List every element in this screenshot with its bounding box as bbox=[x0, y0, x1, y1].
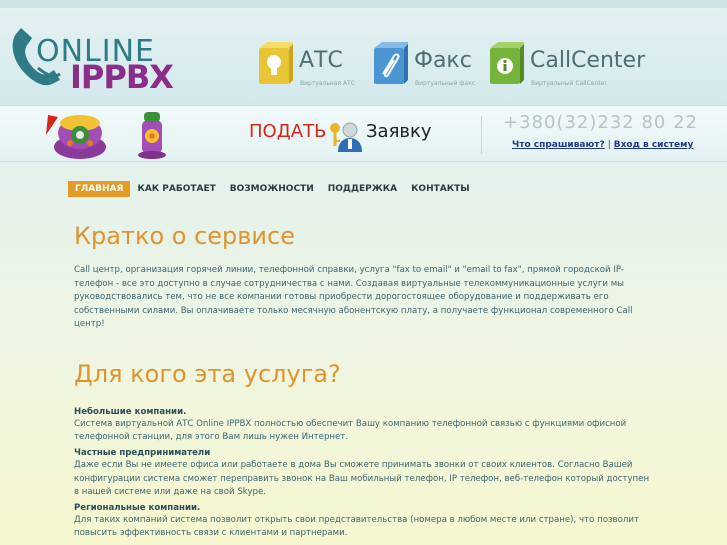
banner: ПОДАТЬ Заявку +380(32)232 80 22 Что спра… bbox=[0, 105, 727, 162]
main-content: Кратко о сервисе Call центр, организация… bbox=[74, 220, 654, 538]
nav-support[interactable]: ПОДДЕРЖКА bbox=[321, 181, 404, 197]
apply-label-pre: ПОДАТЬ bbox=[249, 121, 327, 142]
nav-home[interactable]: ГЛАВНАЯ bbox=[68, 181, 131, 197]
service-callcenter[interactable]: CallCenter Виртуальный CallCenter bbox=[488, 42, 645, 102]
info-icon bbox=[490, 42, 524, 84]
service-callcenter-subtitle: Виртуальный CallCenter bbox=[531, 80, 607, 87]
link-separator: | bbox=[607, 140, 611, 150]
nav-how-it-works[interactable]: КАК РАБОТАЕТ bbox=[130, 181, 222, 197]
intro-paragraph: Call центр, организация горячей линии, т… bbox=[74, 265, 633, 330]
logo[interactable]: ONLINE IPPBX bbox=[8, 24, 174, 96]
service-ats-title: АТС bbox=[299, 48, 343, 73]
nav-contacts[interactable]: КОНТАКТЫ bbox=[404, 181, 476, 197]
nav-features[interactable]: ВОЗМОЖНОСТИ bbox=[223, 181, 321, 197]
audience-title-private: Частные предприниматели bbox=[74, 448, 211, 459]
banner-divider bbox=[481, 116, 482, 154]
faq-link[interactable]: Что спрашивают? bbox=[512, 140, 605, 150]
top-strip bbox=[0, 0, 727, 8]
user-key-icon bbox=[330, 122, 362, 152]
heading-about: Кратко о сервисе bbox=[74, 222, 295, 250]
audience-text-small: Система виртуальной АТС Online IPPBX пол… bbox=[74, 419, 627, 443]
login-link[interactable]: Вход в систему bbox=[614, 140, 694, 150]
retro-phone-small-icon bbox=[138, 112, 166, 159]
top-links: Что спрашивают? | Вход в систему bbox=[512, 140, 693, 150]
service-fax[interactable]: Факс Виртуальный факс bbox=[372, 42, 484, 102]
audience-text-private: Даже если Вы не имеете офиса или работае… bbox=[74, 460, 650, 497]
retro-phone-icon bbox=[46, 115, 106, 159]
contact-phone: +380(32)232 80 22 bbox=[503, 112, 698, 133]
service-fax-subtitle: Виртуальный факс bbox=[415, 80, 476, 87]
audience-text-regional: Для таких компаний система позволит откр… bbox=[74, 515, 639, 539]
audience-title-small: Небольшие компании. bbox=[74, 407, 187, 417]
main-nav: ГЛАВНАЯ КАК РАБОТАЕТ ВОЗМОЖНОСТИ ПОДДЕРЖ… bbox=[68, 181, 477, 197]
header: ONLINE IPPBX АТС Виртуальная АТС Факс Ви… bbox=[0, 8, 727, 105]
audience-title-regional: Региональные компании. bbox=[74, 503, 201, 514]
heading-audience: Для кого эта услуга? bbox=[74, 360, 341, 388]
lightbulb-icon bbox=[259, 42, 293, 84]
service-callcenter-title: CallCenter bbox=[530, 48, 646, 73]
paperclip-icon bbox=[374, 42, 408, 84]
apply-label-post: Заявку bbox=[366, 121, 432, 142]
service-fax-title: Факс bbox=[414, 48, 472, 73]
service-ats[interactable]: АТС Виртуальная АТС bbox=[257, 42, 367, 102]
audience-list: Небольшие компании. Система виртуальной … bbox=[74, 406, 654, 543]
service-ats-subtitle: Виртуальная АТС bbox=[300, 80, 355, 87]
logo-ippbx-text: IPPBX bbox=[70, 58, 174, 96]
